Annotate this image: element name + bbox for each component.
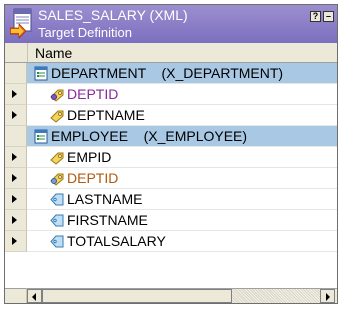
group-icon — [33, 66, 49, 81]
port-row[interactable]: TOTALSALARY — [5, 231, 337, 252]
group-row[interactable]: DEPARTMENT (X_DEPARTMENT) — [5, 63, 337, 84]
port-row[interactable]: FIRSTNAME — [5, 210, 337, 231]
header-gutter — [5, 43, 28, 62]
port-row[interactable]: EMPID — [5, 147, 337, 168]
row-indicator-icon — [12, 153, 17, 161]
row-gutter[interactable] — [5, 84, 27, 105]
row-indicator-icon — [12, 90, 17, 98]
port-row[interactable]: DEPTID — [5, 168, 337, 189]
scroll-right-button[interactable] — [320, 289, 335, 303]
port-row[interactable]: DEPTNAME — [5, 105, 337, 126]
port-row[interactable]: DEPTID — [5, 84, 337, 105]
window-title: SALES_SALARY (XML) — [38, 7, 188, 23]
row-label: DEPARTMENT (X_DEPARTMENT) — [51, 65, 284, 81]
row-gutter[interactable] — [5, 126, 27, 147]
name-cell[interactable]: FIRSTNAME — [27, 210, 337, 231]
row-label: DEPTNAME — [67, 107, 145, 123]
row-gutter[interactable] — [5, 231, 27, 252]
row-indicator-icon — [12, 174, 17, 182]
row-label: EMPLOYEE (X_EMPLOYEE) — [51, 128, 248, 144]
arrow-left-icon — [32, 293, 36, 301]
scroll-left-button[interactable] — [27, 289, 42, 303]
name-cell[interactable]: DEPARTMENT (X_DEPARTMENT) — [27, 63, 337, 84]
row-label: LASTNAME — [67, 191, 143, 207]
name-cell[interactable]: LASTNAME — [27, 189, 337, 210]
target-definition-icon — [10, 8, 32, 39]
window-subtitle: Target Definition — [38, 25, 132, 40]
minimize-button[interactable]: – — [323, 11, 334, 22]
row-gutter[interactable] — [5, 189, 27, 210]
column-header: Name — [5, 43, 337, 63]
row-label: TOTALSALARY — [67, 233, 166, 249]
element-key-icon — [49, 150, 65, 165]
row-gutter[interactable] — [5, 168, 27, 189]
horizontal-scrollbar[interactable] — [27, 288, 337, 303]
row-indicator-icon — [12, 216, 17, 224]
name-cell[interactable]: DEPTID — [27, 168, 337, 189]
row-gutter[interactable] — [5, 147, 27, 168]
row-indicator-icon — [12, 111, 17, 119]
row-gutter[interactable] — [5, 63, 27, 84]
group-row[interactable]: EMPLOYEE (X_EMPLOYEE) — [5, 126, 337, 147]
element-tag-icon — [49, 213, 65, 228]
arrow-right-icon — [326, 293, 330, 301]
element-key-icon — [49, 108, 65, 123]
row-gutter[interactable] — [5, 210, 27, 231]
name-cell[interactable]: DEPTNAME — [27, 105, 337, 126]
row-indicator-icon — [12, 237, 17, 245]
row-label: EMPID — [67, 149, 112, 165]
target-definition-window: SALES_SALARY (XML) Target Definition ? –… — [4, 4, 338, 304]
scroll-thumb[interactable] — [42, 289, 232, 303]
row-label: FIRSTNAME — [67, 212, 148, 228]
group-icon — [33, 129, 49, 144]
help-button[interactable]: ? — [310, 11, 321, 22]
port-row[interactable]: LASTNAME — [5, 189, 337, 210]
row-label: DEPTID — [67, 170, 119, 186]
row-gutter[interactable] — [5, 105, 27, 126]
title-bar[interactable]: SALES_SALARY (XML) Target Definition ? – — [5, 5, 337, 43]
name-cell[interactable]: DEPTID — [27, 84, 337, 105]
row-label: DEPTID — [67, 86, 119, 102]
element-tag-icon — [49, 192, 65, 207]
name-cell[interactable]: EMPLOYEE (X_EMPLOYEE) — [27, 126, 337, 147]
element-tag-icon — [49, 234, 65, 249]
row-indicator-icon — [12, 195, 17, 203]
primary-key-icon — [49, 87, 65, 102]
foreign-key-icon — [49, 171, 65, 186]
scroll-gutter — [5, 288, 27, 303]
name-cell[interactable]: TOTALSALARY — [27, 231, 337, 252]
name-cell[interactable]: EMPID — [27, 147, 337, 168]
column-header-name[interactable]: Name — [35, 45, 72, 61]
